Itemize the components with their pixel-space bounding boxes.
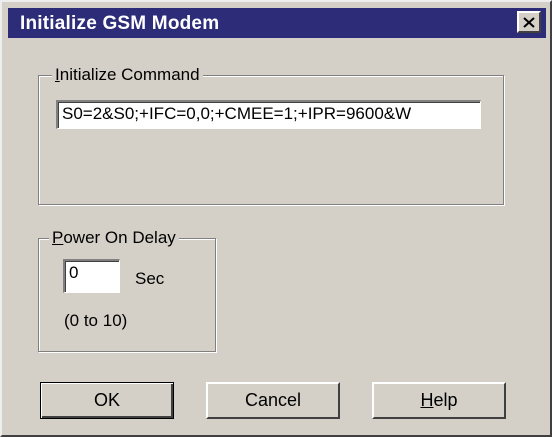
power-on-delay-group: Power On Delay 0 Sec (0 to 10) xyxy=(38,228,216,352)
help-button-label: Help xyxy=(420,390,458,410)
delay-range-label: (0 to 10) xyxy=(64,311,128,330)
window-title: Initialize GSM Modem xyxy=(20,13,220,34)
ok-button-label: OK xyxy=(93,390,120,410)
initialize-command-legend: Initialize Command xyxy=(52,65,203,85)
help-button[interactable]: Help xyxy=(372,382,506,419)
dialog-window: Initialize GSM Modem Initialize Command … xyxy=(0,0,552,437)
cancel-button[interactable]: Cancel xyxy=(206,382,340,419)
initialize-command-input[interactable]: S0=2&S0;+IFC=0,0;+CMEE=1;+IPR=9600&W xyxy=(56,100,481,129)
power-on-delay-legend: Power On Delay xyxy=(49,228,179,248)
close-button[interactable] xyxy=(517,11,541,33)
initialize-command-group: Initialize Command S0=2&S0;+IFC=0,0;+CME… xyxy=(38,65,504,205)
cancel-button-label: Cancel xyxy=(244,390,302,410)
ok-button[interactable]: OK xyxy=(40,382,174,419)
title-bar[interactable]: Initialize GSM Modem xyxy=(8,8,546,38)
close-icon xyxy=(523,16,535,28)
power-on-delay-input[interactable]: 0 xyxy=(63,259,120,293)
delay-unit-label: Sec xyxy=(135,269,165,288)
